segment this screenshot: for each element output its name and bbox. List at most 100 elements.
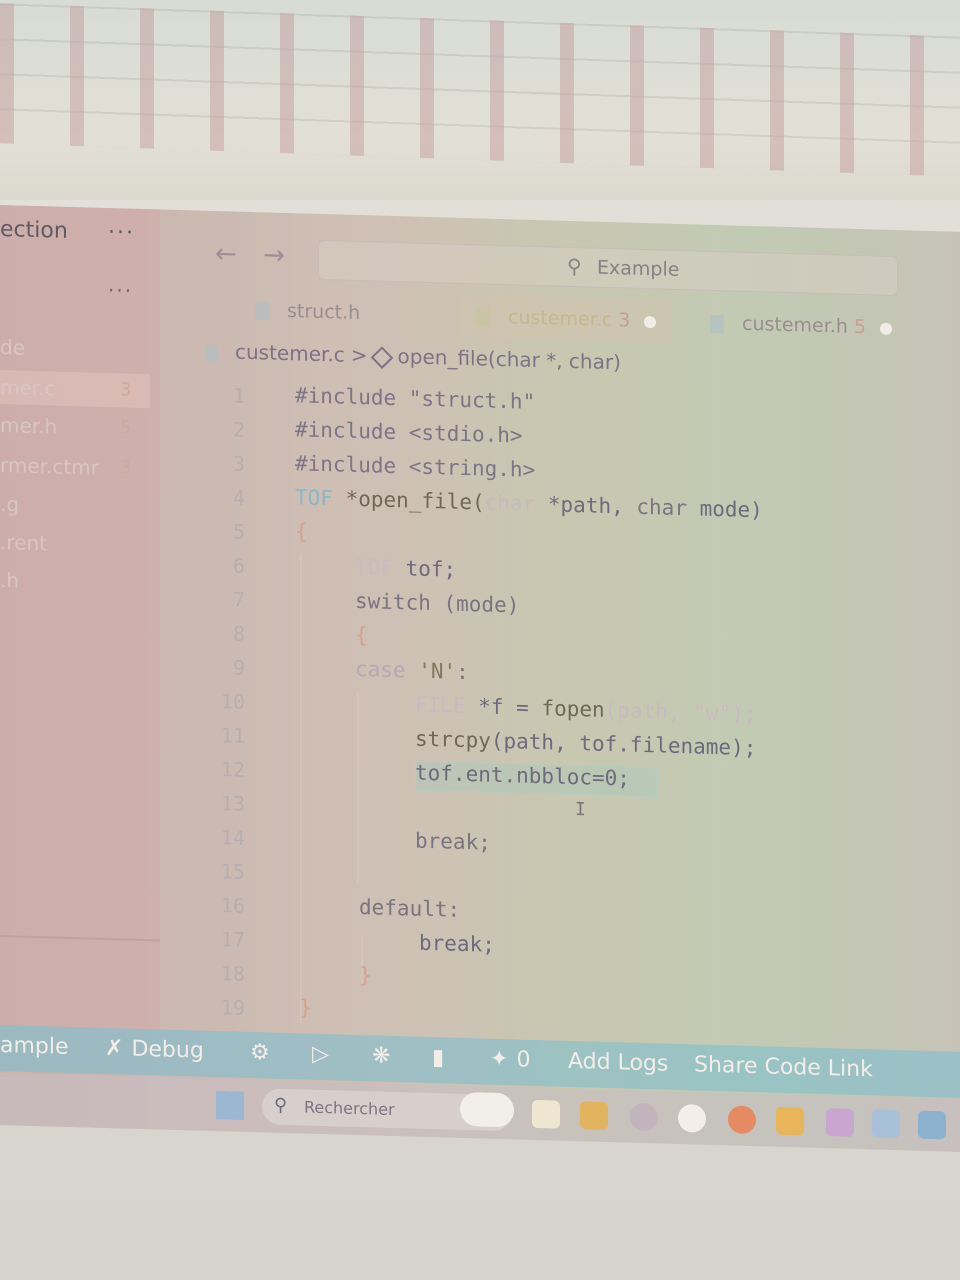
tab-custemer-h[interactable]: custemer.h 5 [710, 301, 892, 350]
sidebar-header: ection ··· [0, 217, 150, 251]
tab-label: struct.h [287, 300, 361, 325]
file-name: .g [0, 492, 20, 517]
line-number: 2 [232, 417, 245, 442]
code-line: } [359, 963, 372, 988]
code-line: FILE *f = fopen(path, "w"); [415, 692, 757, 727]
c-file-icon [476, 307, 490, 327]
ceiling-tiles [0, 3, 960, 177]
tab-custemer-c[interactable]: custemer.c 3 [460, 293, 673, 344]
gear-icon[interactable]: ⚙ [250, 1040, 270, 1066]
file-name: mer.c [0, 375, 56, 401]
unsaved-dot-icon[interactable] [879, 322, 892, 335]
sidebar-more-button[interactable]: ··· [108, 278, 133, 303]
line-number: 18 [220, 961, 245, 986]
sidebar-divider [0, 935, 160, 942]
breadcrumb: custemer.c > open_file(char *, char) [205, 339, 621, 374]
sidebar-section-label: de [0, 335, 25, 360]
unsaved-dot-icon[interactable] [644, 315, 657, 328]
line-number: 19 [220, 995, 245, 1020]
add-logs-button[interactable]: Add Logs [568, 1049, 668, 1077]
code-line: case 'N': [355, 656, 469, 685]
c-file-icon [205, 344, 217, 361]
line-number: 4 [232, 485, 245, 510]
c-header-file-icon [710, 314, 724, 333]
file-name: .rent [0, 530, 47, 556]
problem-count: 5 [120, 417, 132, 439]
debug-tools-icon: ✗ [105, 1035, 124, 1062]
method-cube-icon [370, 345, 393, 369]
forward-arrow-icon[interactable]: → [263, 240, 285, 271]
code-line: { [355, 622, 368, 648]
line-number: 5 [232, 519, 245, 544]
tab-label: custemer.h [742, 312, 848, 338]
line-number-gutter: 1 2 3 4 5 6 7 8 9 10 11 12 13 14 15 16 1… [205, 371, 255, 1020]
broadcast-icon: ✦ [490, 1046, 509, 1073]
line-number: 7 [232, 587, 245, 612]
sidebar-file-item[interactable]: .g [0, 487, 150, 525]
line-number: 6 [232, 553, 245, 578]
line-number: 1 [232, 383, 245, 408]
code-line: TOF *open_file(char *path, char mode) [295, 485, 763, 523]
line-number: 13 [220, 791, 245, 816]
pie-app-icon[interactable] [678, 1103, 706, 1133]
code-line: } [299, 995, 312, 1020]
taskbar-search-label: Rechercher [304, 1097, 395, 1120]
code-line: switch (mode) [355, 588, 520, 618]
tab-struct-h[interactable]: struct.h [255, 288, 360, 335]
share-code-link-button[interactable]: Share Code Link [694, 1052, 873, 1082]
weather-icon[interactable] [460, 1091, 514, 1128]
code-line: { [295, 519, 308, 544]
nav-arrows: ← → [215, 239, 303, 271]
code-line: default: [359, 895, 461, 922]
browser-icon[interactable] [630, 1102, 658, 1132]
line-number: 10 [220, 689, 245, 714]
line-number: 16 [220, 893, 245, 918]
more-actions-button[interactable]: ··· [108, 220, 135, 246]
command-center-search[interactable]: ⚲ Example [318, 239, 898, 297]
indent-guide [357, 692, 359, 884]
code-line: break; [419, 930, 495, 957]
word-icon[interactable] [872, 1109, 900, 1139]
c-header-file-icon [255, 301, 269, 321]
status-example[interactable]: ample [0, 1033, 69, 1060]
line-number: 17 [220, 927, 245, 952]
run-icon[interactable]: ▷ [312, 1042, 329, 1067]
line-number: 15 [220, 859, 245, 884]
sidebar-file-item[interactable]: mer.c 3 [0, 370, 150, 409]
problem-count: 3 [120, 379, 132, 401]
sidebar-title: ection [0, 217, 68, 244]
sidebar-file-item[interactable]: mer.h 5 [0, 408, 150, 446]
chrome-icon[interactable] [728, 1105, 756, 1135]
search-icon: ⚲ [567, 253, 582, 279]
store-app-icon[interactable] [580, 1101, 608, 1130]
breadcrumb-symbol[interactable]: open_file(char *, char) [398, 344, 621, 374]
file-explorer-icon[interactable] [776, 1106, 804, 1136]
bug-icon[interactable]: ❋ [372, 1043, 390, 1069]
code-line: #include "struct.h" [295, 383, 536, 414]
code-line: #include <stdio.h> [295, 417, 523, 448]
broadcast-status[interactable]: ✦ 0 [490, 1047, 530, 1073]
tab-label: custemer.c [508, 306, 613, 332]
vscode-icon[interactable] [918, 1110, 946, 1140]
breadcrumb-file[interactable]: custemer.c [235, 340, 345, 367]
indent-guide [300, 553, 302, 1024]
task-view-icon[interactable] [532, 1099, 560, 1129]
search-icon: ⚲ [274, 1094, 288, 1117]
file-name: mer.h [0, 413, 58, 439]
problem-count: 3 [120, 457, 132, 479]
line-number: 11 [220, 723, 245, 748]
sidebar-file-item[interactable]: rmer.ctmr 3 [0, 448, 150, 486]
trash-icon[interactable]: ▮ [432, 1045, 444, 1070]
windows-start-icon[interactable] [216, 1091, 244, 1120]
debug-button[interactable]: ✗ Debug [105, 1036, 204, 1064]
editor-window: ection ··· ··· de mer.c 3 mer.h 5 rmer.c… [0, 205, 960, 1152]
sidebar-file-item[interactable]: .h [0, 563, 150, 601]
code-editor[interactable]: 1 2 3 4 5 6 7 8 9 10 11 12 13 14 15 16 1… [165, 370, 960, 1052]
file-name: .h [0, 568, 20, 593]
breadcrumb-separator: > [350, 342, 368, 368]
back-arrow-icon[interactable]: ← [215, 239, 237, 270]
sidebar-file-item[interactable]: .rent [0, 525, 150, 563]
app-icon[interactable] [826, 1108, 854, 1137]
background-wall [0, 0, 960, 200]
line-number: 14 [220, 825, 245, 850]
